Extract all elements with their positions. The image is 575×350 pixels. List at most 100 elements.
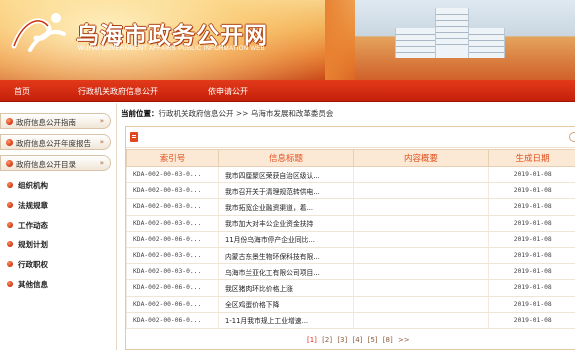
sidebar-subitem-authority[interactable]: 行政职权 bbox=[4, 258, 112, 270]
sidebar-subitem-label: 规划计划 bbox=[18, 240, 48, 249]
table-row[interactable]: KDA-002-00-06-0... 全区鸡蛋价格下降 2019-01-08 bbox=[126, 296, 575, 313]
cell-index: KDA-002-00-03-0... bbox=[126, 198, 219, 216]
page-link-3[interactable]: [3] bbox=[337, 336, 347, 344]
chevron-right-icon: » bbox=[99, 117, 104, 125]
sidebar-subitem-label: 工作动态 bbox=[18, 221, 48, 230]
cell-title-link[interactable]: 11月份乌海市停产企业同比... bbox=[218, 231, 354, 248]
cell-index: KDA-002-00-06-0... bbox=[126, 231, 219, 248]
document-icon bbox=[130, 132, 138, 142]
site-subtitle: WUHAI GOVERNMENT AFFAIRS PUBLIC INFORMAT… bbox=[78, 46, 265, 52]
cell-summary bbox=[353, 198, 489, 216]
cell-summary bbox=[353, 263, 489, 281]
cell-date: 2019-01-08 bbox=[488, 263, 575, 281]
building-tower bbox=[435, 8, 469, 58]
sidebar-item-label: 政府信息公开指南 bbox=[16, 118, 76, 127]
site-logo-icon[interactable] bbox=[8, 6, 70, 58]
sidebar-subitem-label: 法规规章 bbox=[18, 201, 48, 210]
government-building-image bbox=[355, 0, 575, 80]
cell-summary bbox=[353, 296, 489, 313]
cell-date: 2019-01-08 bbox=[488, 312, 575, 329]
sidebar-item-label: 政府信息公开目录 bbox=[16, 160, 76, 169]
page-link-5[interactable]: [5] bbox=[368, 336, 378, 344]
nav-apply-info[interactable]: 依申请公开 bbox=[208, 86, 248, 97]
cell-title-link[interactable]: 我市拓宽企业融资渠道，着... bbox=[218, 198, 354, 216]
table-row[interactable]: KDA-002-00-06-0... 我区猪肉环比价格上涨 2019-01-08 bbox=[126, 279, 575, 297]
cell-summary bbox=[353, 166, 489, 184]
pagination: [1] [2] [3] [4] [5] [8] >> bbox=[0, 336, 575, 344]
bullet-icon bbox=[7, 222, 13, 228]
cell-index: KDA-002-00-06-0... bbox=[126, 296, 219, 313]
sidebar-subitem-other[interactable]: 其他信息 bbox=[4, 278, 112, 290]
cell-title-link[interactable]: 内蒙古东景生物环保科技有限... bbox=[218, 247, 354, 265]
cell-summary bbox=[353, 215, 489, 232]
cell-date: 2019-01-08 bbox=[488, 296, 575, 313]
table-header-row: 索引号 信息标题 内容概要 生成日期 bbox=[126, 149, 575, 167]
sidebar: 政府信息公开指南 » 政府信息公开年度报告 » 政府信息公开目录 » 组织机构 … bbox=[0, 103, 117, 350]
table-row[interactable]: KDA-002-00-03-0... 内蒙古东景生物环保科技有限... 2019… bbox=[126, 247, 575, 265]
col-header-title: 信息标题 bbox=[218, 149, 354, 167]
sidebar-subitem-organization[interactable]: 组织机构 bbox=[4, 179, 112, 191]
col-header-index: 索引号 bbox=[126, 149, 219, 167]
bullet-icon bbox=[7, 281, 13, 287]
table-row[interactable]: KDA-002-00-03-0... 我市召开关于清理规范转供电... 2019… bbox=[126, 182, 575, 200]
cell-title-link[interactable]: 乌海市兰亚化工有限公司项目... bbox=[218, 263, 354, 281]
sidebar-subitem-label: 组织机构 bbox=[18, 181, 48, 190]
cell-title-link[interactable]: 我市四厘聚区荣获自治区级认... bbox=[218, 166, 354, 184]
sidebar-subitem-news[interactable]: 工作动态 bbox=[4, 219, 112, 231]
breadcrumb-path[interactable]: 行政机关政府信息公开 >> 乌海市发展和改革委员会 bbox=[159, 109, 334, 118]
table-row[interactable]: KDA-002-00-03-0... 乌海市兰亚化工有限公司项目... 2019… bbox=[126, 263, 575, 281]
sidebar-item-annual-report[interactable]: 政府信息公开年度报告 » bbox=[0, 134, 111, 150]
sidebar-subitem-label: 行政职权 bbox=[18, 260, 48, 269]
chevron-right-icon: » bbox=[99, 159, 104, 167]
bullet-icon bbox=[7, 261, 13, 267]
table-row[interactable]: KDA-002-00-03-0... 我市拓宽企业融资渠道，着... 2019-… bbox=[126, 198, 575, 216]
cell-summary bbox=[353, 182, 489, 200]
cell-summary bbox=[353, 247, 489, 265]
cell-summary bbox=[353, 231, 489, 248]
sidebar-subitem-planning[interactable]: 规划计划 bbox=[4, 238, 112, 250]
breadcrumb-label: 当前位置： bbox=[121, 109, 159, 118]
site-title: 乌海市政务公开网 bbox=[76, 22, 268, 49]
cell-summary bbox=[353, 279, 489, 297]
nav-admin-info[interactable]: 行政机关政府信息公开 bbox=[78, 86, 158, 97]
bullet-icon bbox=[6, 139, 13, 146]
next-page-link[interactable]: >> bbox=[398, 336, 410, 344]
cell-index: KDA-002-00-03-0... bbox=[126, 247, 219, 265]
info-list-panel: 索引号 信息标题 内容概要 生成日期 KDA-002-00-03-0... 我市… bbox=[125, 126, 575, 350]
cell-index: KDA-002-00-03-0... bbox=[126, 215, 219, 232]
sidebar-item-label: 政府信息公开年度报告 bbox=[16, 139, 91, 148]
main-nav: 首页 行政机关政府信息公开 依申请公开 bbox=[0, 80, 575, 102]
bullet-icon bbox=[7, 202, 13, 208]
breadcrumb: 当前位置：行政机关政府信息公开 >> 乌海市发展和改革委员会 bbox=[121, 108, 333, 119]
page-link-1[interactable]: [1] bbox=[307, 336, 317, 344]
bullet-icon bbox=[7, 182, 13, 188]
page-link-2[interactable]: [2] bbox=[322, 336, 332, 344]
cell-index: KDA-002-00-06-0... bbox=[126, 279, 219, 297]
cell-title-link[interactable]: 我市召开关于清理规范转供电... bbox=[218, 182, 354, 200]
page-link-4[interactable]: [4] bbox=[352, 336, 362, 344]
cell-date: 2019-01-08 bbox=[488, 247, 575, 265]
cell-title-link[interactable]: 我市加大对丰公企业资金扶持 bbox=[218, 215, 354, 232]
cell-date: 2019-01-08 bbox=[488, 166, 575, 184]
table-row[interactable]: KDA-002-00-03-0... 我市四厘聚区荣获自治区级认... 2019… bbox=[126, 166, 575, 184]
cell-title-link[interactable]: 全区鸡蛋价格下降 bbox=[218, 296, 354, 313]
cell-index: KDA-002-00-03-0... bbox=[126, 182, 219, 200]
cell-index: KDA-002-00-03-0... bbox=[126, 166, 219, 184]
nav-home[interactable]: 首页 bbox=[14, 86, 30, 97]
chevron-right-icon: » bbox=[99, 138, 104, 146]
sidebar-item-guide[interactable]: 政府信息公开指南 » bbox=[0, 113, 111, 129]
cell-date: 2019-01-08 bbox=[488, 231, 575, 248]
table-row[interactable]: KDA-002-00-06-0... 1-11月我市规上工业增速... 2019… bbox=[126, 312, 575, 329]
sidebar-subitem-regulations[interactable]: 法规规章 bbox=[4, 199, 112, 211]
table-row[interactable]: KDA-002-00-06-0... 11月份乌海市停产企业同比... 2019… bbox=[126, 231, 575, 248]
page-link-8[interactable]: [8] bbox=[383, 336, 393, 344]
bullet-icon bbox=[6, 160, 13, 167]
sidebar-subitem-label: 其他信息 bbox=[18, 280, 48, 289]
cell-summary bbox=[353, 312, 489, 329]
table-row[interactable]: KDA-002-00-03-0... 我市加大对丰公企业资金扶持 2019-01… bbox=[126, 215, 575, 232]
sidebar-item-catalog[interactable]: 政府信息公开目录 » bbox=[0, 155, 111, 171]
cell-index: KDA-002-00-06-0... bbox=[126, 312, 219, 329]
cell-date: 2019-01-08 bbox=[488, 198, 575, 216]
cell-title-link[interactable]: 1-11月我市规上工业增速... bbox=[218, 312, 354, 329]
cell-title-link[interactable]: 我区猪肉环比价格上涨 bbox=[218, 279, 354, 297]
